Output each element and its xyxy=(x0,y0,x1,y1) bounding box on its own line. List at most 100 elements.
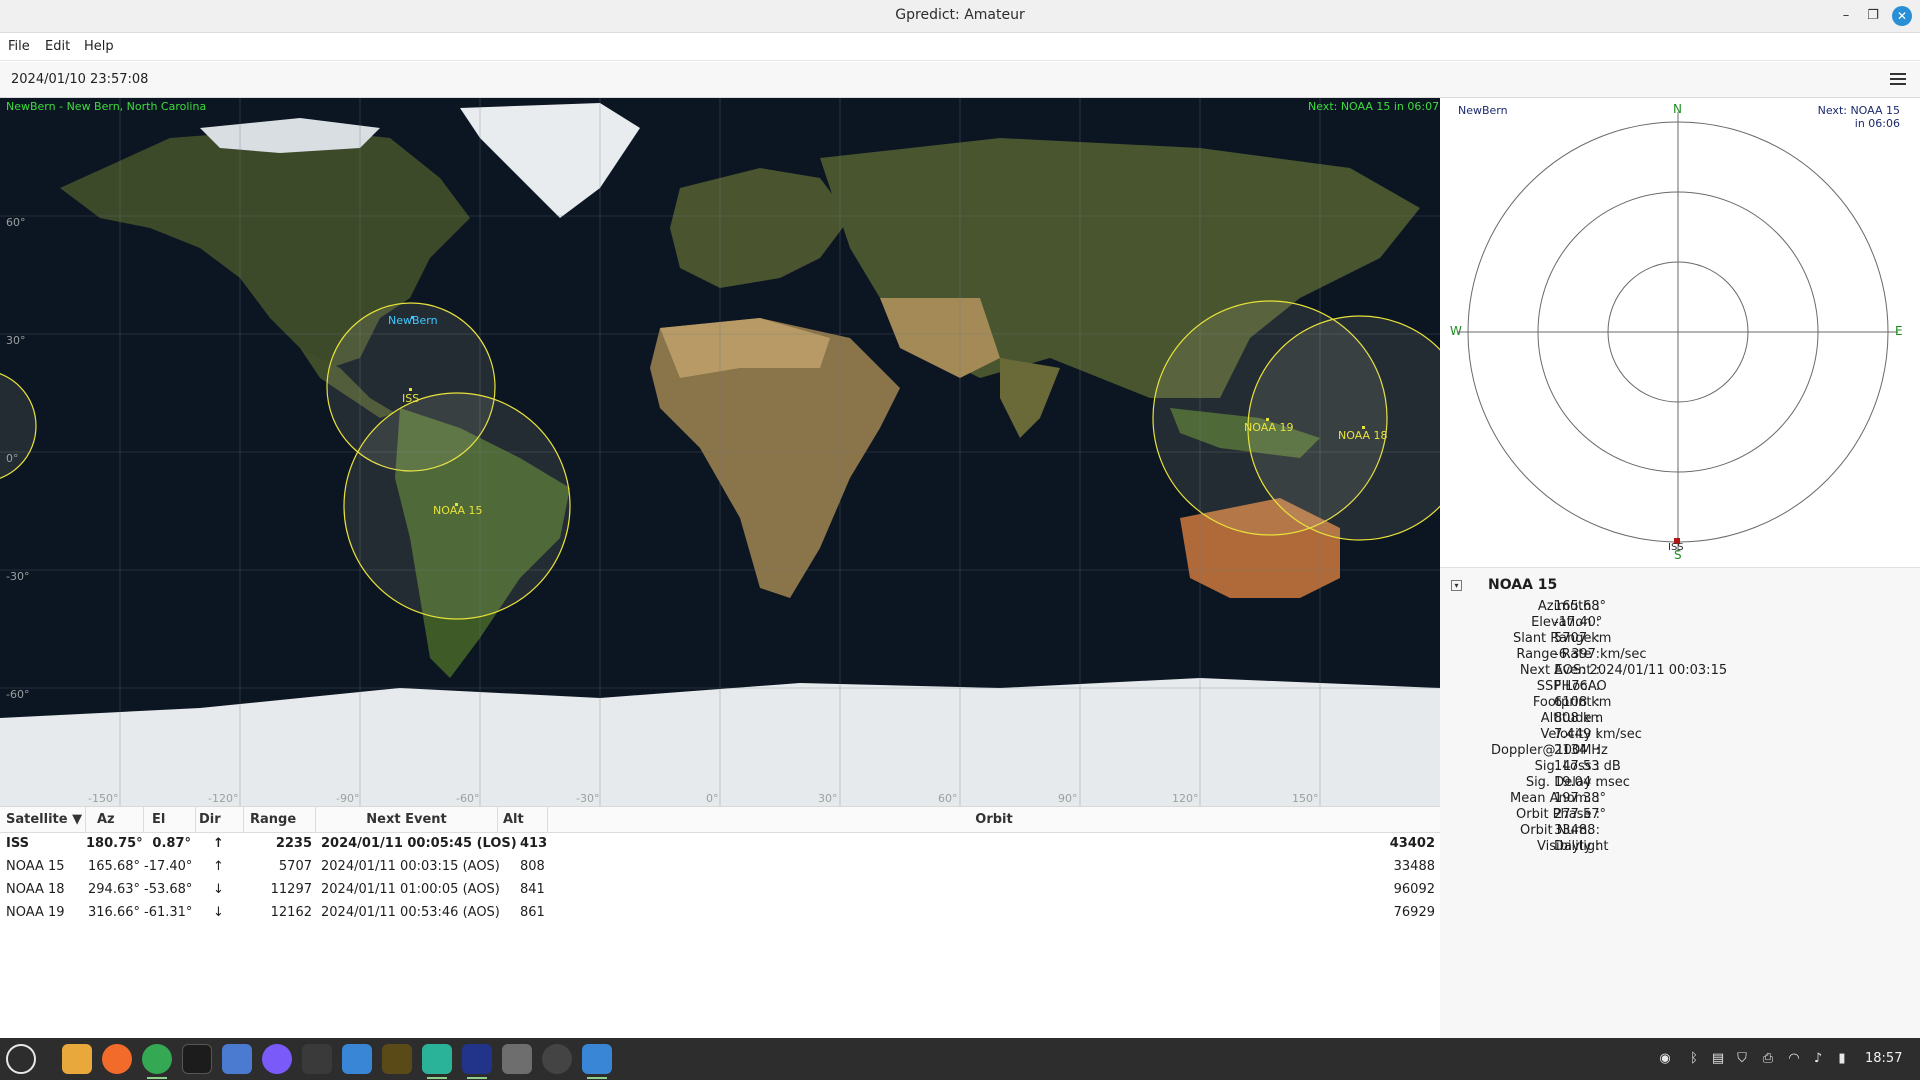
proton-tray-icon[interactable]: ◉ xyxy=(1657,1051,1673,1067)
table-row[interactable]: NOAA 15165.68°-17.40°↑57072024/01/11 00:… xyxy=(0,856,1440,879)
volume-icon[interactable]: ♪ xyxy=(1810,1051,1826,1067)
polar-view[interactable]: NewBern Next: NOAA 15 in 06:06 N S E W I… xyxy=(1440,98,1920,568)
qth-label: NewBern - New Bern, North Carolina xyxy=(6,100,206,113)
lat-tick: 60° xyxy=(6,216,26,229)
cell-dir: ↑ xyxy=(213,836,224,851)
next-event-label: Next: NOAA 15 in 06:07 xyxy=(1308,100,1439,113)
monitor-icon[interactable] xyxy=(382,1044,412,1074)
detail-value: 277.57° xyxy=(1554,807,1606,822)
mail-icon[interactable] xyxy=(222,1044,252,1074)
gpredict2-icon[interactable] xyxy=(582,1044,612,1074)
detail-value: 5707 km xyxy=(1554,631,1611,646)
col-range[interactable]: Range xyxy=(244,807,316,833)
compass-n: N xyxy=(1673,102,1682,116)
clipboard-icon[interactable]: ▤ xyxy=(1710,1051,1726,1067)
lon-tick: -90° xyxy=(336,792,359,805)
detail-value: 7.449 km/sec xyxy=(1554,727,1642,742)
cell-dir: ↓ xyxy=(213,882,224,897)
iss-label[interactable]: ISS xyxy=(402,392,419,405)
cell-el: -61.31° xyxy=(144,905,191,920)
table-row[interactable]: ISS180.75°0.87°↑22352024/01/11 00:05:45 … xyxy=(0,833,1440,856)
compass-e: E xyxy=(1895,324,1903,338)
col-satellite[interactable]: Satellite ▼ xyxy=(0,807,86,833)
col-alt[interactable]: Alt xyxy=(498,807,548,833)
cell-orbit: 43402 xyxy=(1340,836,1435,851)
table-row[interactable]: NOAA 19316.66°-61.31°↓121622024/01/11 00… xyxy=(0,902,1440,925)
lon-tick: 90° xyxy=(1058,792,1078,805)
polar-sat-label: ISS xyxy=(1668,542,1684,553)
shield-icon[interactable]: ⛉ xyxy=(1734,1051,1750,1067)
close-button[interactable]: ✕ xyxy=(1892,6,1912,26)
cell-dir: ↑ xyxy=(213,859,224,874)
menu-icon[interactable] xyxy=(6,1044,36,1074)
menu-file[interactable]: File xyxy=(8,39,30,54)
minimize-button[interactable]: – xyxy=(1836,6,1856,26)
terminal-icon[interactable] xyxy=(182,1044,212,1074)
satellite-table: Satellite ▼ Az El Dir Range Next Event A… xyxy=(0,806,1440,1038)
noaa19-label[interactable]: NOAA 19 xyxy=(1244,421,1294,434)
chrome-icon[interactable] xyxy=(142,1044,172,1074)
cell-alt: 808 xyxy=(520,859,545,874)
cell-sat: NOAA 15 xyxy=(6,859,65,874)
col-orbit[interactable]: Orbit xyxy=(548,807,1440,833)
wifi-icon[interactable]: ◠ xyxy=(1786,1051,1802,1067)
vpn-icon[interactable] xyxy=(462,1044,492,1074)
lon-tick: -30° xyxy=(576,792,599,805)
table-row[interactable]: NOAA 18294.63°-53.68°↓112972024/01/11 01… xyxy=(0,879,1440,902)
files-icon[interactable] xyxy=(62,1044,92,1074)
cell-az: 180.75° xyxy=(86,836,140,851)
lon-tick: 120° xyxy=(1172,792,1199,805)
keyboard-icon[interactable] xyxy=(502,1044,532,1074)
hamburger-menu-icon[interactable] xyxy=(1888,70,1908,90)
detail-value: 6108 km xyxy=(1554,695,1611,710)
detail-value: 33488 xyxy=(1554,823,1595,838)
detail-value: 2134 Hz xyxy=(1554,743,1608,758)
cell-az: 294.63° xyxy=(86,882,140,897)
cell-az: 165.68° xyxy=(86,859,140,874)
col-el[interactable]: El xyxy=(144,807,196,833)
gpredict-icon[interactable] xyxy=(342,1044,372,1074)
printer-icon[interactable]: ⎙ xyxy=(1760,1051,1776,1067)
noaa15-label[interactable]: NOAA 15 xyxy=(433,504,483,517)
menu-help[interactable]: Help xyxy=(84,39,114,54)
col-dir[interactable]: Dir xyxy=(196,807,244,833)
noaa18-label[interactable]: NOAA 18 xyxy=(1338,429,1388,442)
cell-next: 2024/01/11 00:03:15 (AOS) xyxy=(321,859,500,874)
detail-value: -6.397 km/sec xyxy=(1554,647,1647,662)
col-az[interactable]: Az xyxy=(86,807,144,833)
polar-station-label: NewBern xyxy=(1458,104,1508,117)
detail-value: FH76AO xyxy=(1554,679,1607,694)
taskbar: ◉ ᛒ ▤ ⛉ ⎙ ◠ ♪ ▮ 18:57 xyxy=(0,1038,1920,1080)
taskbar-clock[interactable]: 18:57 xyxy=(1865,1051,1902,1066)
lon-tick: -150° xyxy=(88,792,118,805)
world-map[interactable]: NewBern - New Bern, North Carolina Next:… xyxy=(0,98,1440,806)
cell-el: -53.68° xyxy=(144,882,191,897)
lat-tick: 30° xyxy=(6,334,26,347)
cell-range: 12162 xyxy=(244,905,312,920)
lon-tick: -60° xyxy=(456,792,479,805)
cell-el: -17.40° xyxy=(144,859,191,874)
compass-w: W xyxy=(1450,324,1462,338)
menu-edit[interactable]: Edit xyxy=(45,39,70,54)
station-label: NewBern xyxy=(388,314,438,327)
cell-sat: NOAA 18 xyxy=(6,882,65,897)
maximize-button[interactable]: ❐ xyxy=(1863,6,1883,26)
clock-icon[interactable] xyxy=(542,1044,572,1074)
cell-next: 2024/01/11 01:00:05 (AOS) xyxy=(321,882,500,897)
proton-icon[interactable] xyxy=(262,1044,292,1074)
bluetooth-icon[interactable]: ᛒ xyxy=(1686,1051,1702,1067)
cell-sat: ISS xyxy=(6,836,29,851)
expander-icon[interactable]: ▾ xyxy=(1451,580,1462,591)
lon-tick: 0° xyxy=(706,792,719,805)
detail-value: 197.38° xyxy=(1554,791,1606,806)
cell-alt: 841 xyxy=(520,882,545,897)
cell-el: 0.87° xyxy=(144,836,191,851)
lon-tick: 150° xyxy=(1292,792,1319,805)
iss-marker xyxy=(409,388,412,391)
firefox-icon[interactable] xyxy=(102,1044,132,1074)
shortcuts-icon[interactable] xyxy=(302,1044,332,1074)
battery-icon[interactable]: ▮ xyxy=(1834,1051,1850,1067)
satellite-icon[interactable] xyxy=(422,1044,452,1074)
detail-value: 165.68° xyxy=(1554,599,1606,614)
col-next-event[interactable]: Next Event xyxy=(316,807,498,833)
